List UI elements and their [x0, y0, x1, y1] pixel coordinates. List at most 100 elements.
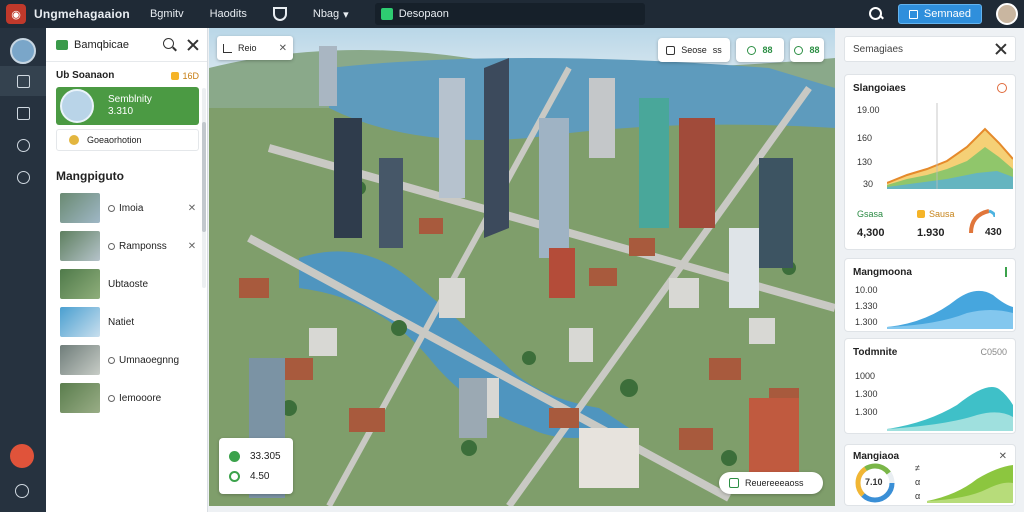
right-panel-title: Semagiaes: [853, 43, 904, 55]
map-control-1-label: Seose: [681, 45, 707, 55]
left-panel-header: Bamqbicae: [46, 28, 207, 62]
y-label: 1.330: [855, 301, 878, 311]
rail-search-icon[interactable]: [0, 162, 46, 192]
legend-label: α: [915, 491, 921, 501]
layers-title: Mangpiguto: [56, 169, 124, 183]
profile-card[interactable]: Semblnity 3.310: [56, 87, 199, 125]
alert-icon[interactable]: [997, 83, 1007, 93]
square-icon: [16, 106, 30, 120]
y-label: 1.300: [855, 389, 878, 399]
map-control-3[interactable]: 88: [790, 38, 824, 62]
layer-label: Imoia: [119, 202, 144, 214]
map-layer-icon: [380, 8, 393, 20]
analytics-card-2: Mangmoona 10.00 1.330 1.300: [844, 258, 1016, 332]
search-icon[interactable]: [868, 6, 884, 22]
layer-remove-icon[interactable]: ✕: [183, 241, 201, 252]
right-panel: Semagiaes Slangoiaes 19.00 160 130 30 Gs…: [836, 28, 1024, 512]
menu-item-2[interactable]: Haodits: [210, 8, 247, 20]
app-title: Ungmehagaaion: [34, 7, 130, 21]
menu-item-3-label: Nbag: [312, 8, 340, 20]
search-icon[interactable]: [163, 37, 177, 52]
rail-avatar[interactable]: [10, 38, 36, 64]
map-tab[interactable]: Reio ✕: [217, 36, 293, 60]
rail-shapes-icon[interactable]: [0, 130, 46, 160]
layer-item[interactable]: Ramponss ✕: [46, 227, 207, 265]
city-map-view[interactable]: Reio ✕ Seose ss 88 88 33.305 4.50 Reuere…: [209, 28, 835, 506]
legend-item: Sausa: [917, 209, 955, 219]
legend-swatch: [917, 210, 925, 218]
eye-icon[interactable]: [108, 242, 115, 250]
analytics-icon[interactable]: [15, 484, 29, 498]
box-icon: [908, 9, 918, 19]
analytics-card-3: Todmnite C0500 1000 1.300 1.300: [844, 338, 1016, 434]
layer-label: Natiet: [108, 316, 135, 328]
shapes-icon: [16, 138, 30, 152]
analytics-card-4: Mangiaoa ✕ 7.10 ≠ α α: [844, 444, 1016, 506]
layer-thumbnail: [60, 231, 100, 261]
eye-icon[interactable]: [108, 394, 115, 402]
map-control-1[interactable]: Seose ss: [658, 38, 730, 62]
stat-value: 33.305: [250, 450, 281, 462]
map-stat-card: 33.305 4.50: [219, 438, 293, 494]
right-panel-search[interactable]: Semagiaes: [844, 36, 1016, 62]
chevron-down-icon: ▾: [343, 8, 349, 21]
menu-item-2-label: Haodits: [209, 8, 247, 20]
city-map-render: [209, 28, 835, 506]
folder-icon: [56, 39, 68, 50]
metric-value: 4,300: [857, 227, 885, 239]
card-badge: C0500: [980, 347, 1007, 357]
close-icon[interactable]: ✕: [279, 43, 287, 54]
map-control-2-value: 88: [762, 45, 773, 55]
left-panel-title: Bamqbicae: [74, 38, 130, 51]
layer-thumbnail: [60, 345, 100, 375]
eye-icon[interactable]: [108, 204, 115, 212]
scrollbar-thumb[interactable]: [202, 122, 206, 232]
layer-remove-icon[interactable]: ✕: [183, 203, 201, 214]
map-control-3-value: 88: [809, 45, 820, 55]
metric-value: 1.930: [917, 227, 945, 239]
ring-icon: [229, 470, 240, 482]
rail-layers-icon[interactable]: [0, 98, 46, 128]
left-panel-scrollbar[interactable]: [202, 88, 206, 288]
layer-item[interactable]: Iemooore: [46, 379, 207, 417]
rail-cube-icon[interactable]: [0, 66, 46, 96]
profile-text: Semblnity 3.310: [108, 94, 152, 118]
cursor-icon: [223, 43, 232, 53]
left-rail: [0, 28, 46, 512]
layer-label: Ramponss: [119, 240, 167, 252]
area-chart-4: [927, 465, 1013, 503]
area-chart-1: [887, 103, 1013, 189]
primary-action-button[interactable]: Semnaed: [897, 4, 982, 24]
close-icon[interactable]: [187, 39, 199, 51]
layer-item[interactable]: Ubtaoste: [46, 265, 207, 303]
layer-item[interactable]: Imoia ✕: [46, 189, 207, 227]
menu-item-3-dropdown[interactable]: Nbag ▾: [313, 8, 349, 21]
map-pill-label: Reuereeeaoss: [745, 478, 804, 488]
top-right-controls: Semnaed: [868, 0, 1024, 28]
user-avatar[interactable]: [996, 3, 1018, 25]
top-bar: ◉ Ungmehagaaion Bgmitv Haodits Nbag ▾ Des…: [0, 0, 1024, 28]
legend-label: ≠: [915, 463, 920, 473]
close-icon[interactable]: [995, 43, 1007, 55]
eye-icon[interactable]: [108, 356, 115, 364]
shield-icon[interactable]: [272, 7, 287, 21]
map-control-1-value: ss: [712, 45, 722, 55]
sub-card[interactable]: Goeaorhotion: [56, 129, 199, 151]
map-control-2[interactable]: 88: [736, 38, 784, 62]
globe-icon: [747, 45, 757, 55]
section-title: Ub Soanaon: [56, 70, 115, 81]
search-icon: [16, 170, 30, 184]
cube-icon: [16, 74, 30, 88]
layer-item[interactable]: Natiet: [46, 303, 207, 341]
trend-icon[interactable]: [1002, 267, 1007, 277]
layer-item[interactable]: Umnaoegnng: [46, 341, 207, 379]
map-pill-button[interactable]: Reuereeeaoss: [719, 472, 823, 494]
area-chart-3: [887, 387, 1013, 431]
y-label: 1000: [855, 371, 876, 381]
fire-action-icon[interactable]: [10, 444, 34, 468]
legend-item: Gsasa: [857, 209, 883, 219]
map-selector[interactable]: Desopaon: [374, 3, 645, 25]
app-logo-icon: ◉: [6, 4, 26, 24]
y-label: 10.00: [855, 285, 878, 295]
menu-item-1[interactable]: Bgmitv: [150, 8, 184, 20]
